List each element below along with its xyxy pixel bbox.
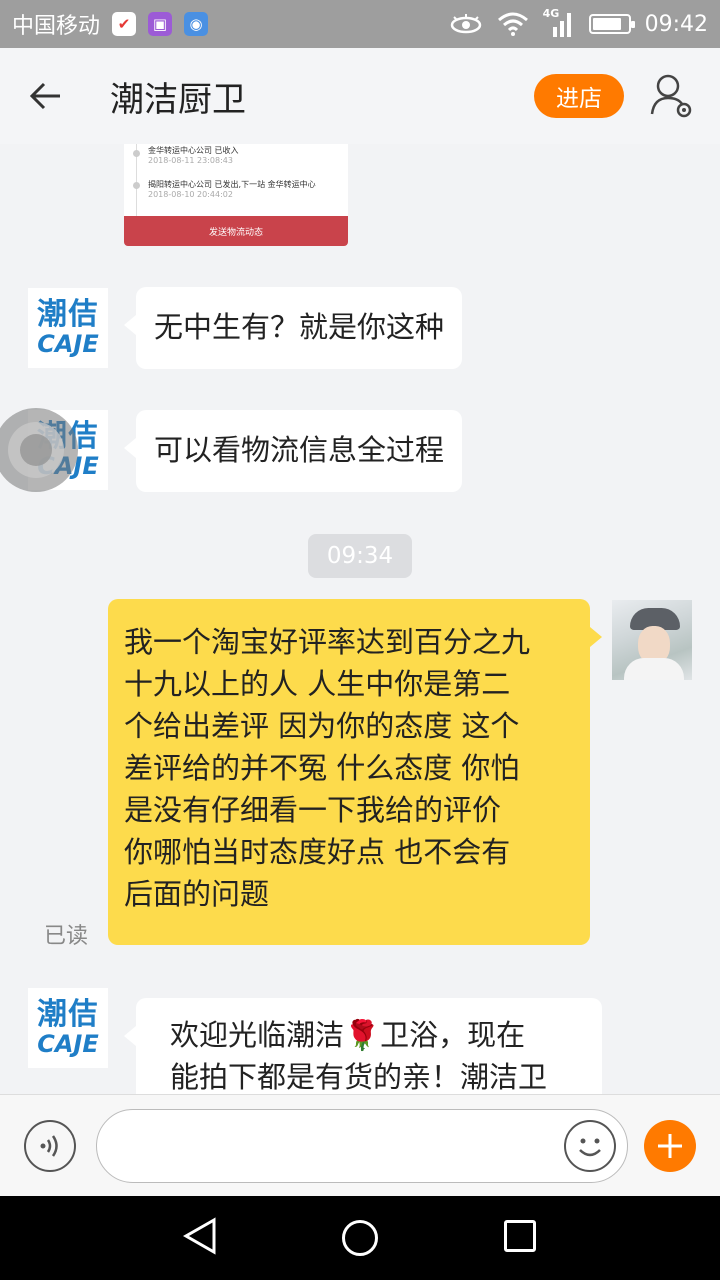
battery-icon — [588, 14, 635, 34]
timeline-dot — [133, 182, 140, 189]
message-bubble[interactable]: 无中生有？就是你这种 — [123, 287, 463, 369]
message-line: 我一个淘宝好评率达到百分之九 — [124, 625, 531, 659]
carrier-name: 中国移动 — [12, 14, 101, 39]
read-status: 已读 — [44, 924, 89, 949]
message-line: 差评给的并不冤 什么态度 你怕 — [124, 751, 520, 785]
message-text: 可以看物流信息全过程 — [154, 433, 445, 467]
battery-level — [592, 18, 622, 30]
logistics-entry: 金华转运中心公司 已收入 2018-08-11 23:08:43 — [148, 146, 239, 166]
system-nav-bar — [0, 1196, 720, 1280]
back-arrow-icon — [29, 82, 60, 110]
enter-store-button[interactable]: 进店 — [534, 74, 624, 118]
avatar-logo-cn: 潮佶 — [37, 997, 99, 1032]
nav-home-icon[interactable] — [342, 1220, 378, 1256]
voice-button[interactable] — [24, 1120, 76, 1172]
avatar-logo-en: CAJE — [37, 330, 99, 358]
chat-header: 潮洁厨卫 进店 — [0, 48, 720, 144]
logistics-entry-time: 2018-08-11 23:08:43 — [148, 156, 233, 165]
time-divider: 09:34 — [308, 534, 412, 578]
message-list[interactable]: 金华转运中心公司 已收入 2018-08-11 23:08:43 揭阳转运中心公… — [0, 144, 720, 1094]
message-line: 能拍下都是有货的亲！潮洁卫 — [170, 1060, 548, 1094]
shop-avatar[interactable]: 潮佶 CAJE — [28, 988, 108, 1068]
emoji-icon — [579, 1138, 601, 1157]
avatar-logo-en: CAJE — [37, 1030, 99, 1058]
logistics-entry: 揭阳转运中心公司 已发出,下一站 金华转运中心 2018-08-10 20:44… — [148, 180, 316, 200]
my-avatar[interactable] — [612, 600, 692, 680]
message-input[interactable] — [96, 1109, 628, 1183]
message-line: 个给出差评 因为你的态度 这个 — [124, 709, 520, 743]
nav-back-icon[interactable] — [182, 1216, 218, 1256]
gallery-notification-icon: ▣ — [148, 12, 173, 36]
logistics-entry-time: 2018-08-10 20:44:02 — [148, 190, 233, 199]
notification-app-icon: ✔ — [112, 12, 137, 36]
timeline-dot — [133, 150, 140, 157]
page-title: 潮洁厨卫 — [110, 79, 246, 120]
logistics-entry-text: 金华转运中心公司 已收入 — [148, 146, 239, 155]
emoji-button[interactable] — [564, 1120, 616, 1172]
logistics-entry-text: 揭阳转运中心公司 已发出,下一站 金华转运中心 — [148, 180, 316, 189]
wifi-icon — [497, 12, 528, 36]
message-line: 后面的问题 — [124, 877, 270, 911]
message-line: 是没有仔细看一下我给的评价 — [124, 793, 502, 827]
user-settings-icon — [650, 74, 692, 118]
logistics-card[interactable]: 金华转运中心公司 已收入 2018-08-11 23:08:43 揭阳转运中心公… — [124, 144, 348, 246]
plus-icon — [658, 1134, 682, 1158]
message-line: 欢迎光临潮洁🌹卫浴，现在 — [170, 1018, 526, 1052]
shop-avatar[interactable]: 潮佶 CAJE — [28, 288, 108, 368]
message-text: 无中生有？就是你这种 — [154, 310, 445, 344]
eye-comfort-icon — [450, 14, 481, 34]
clock: 09:42 — [644, 11, 708, 37]
voice-icon — [40, 1135, 58, 1157]
avatar-logo-cn: 潮佶 — [37, 297, 99, 332]
my-message-bubble[interactable]: 我一个淘宝好评率达到百分之九 十九以上的人 人生中你是第二 个给出差评 因为你的… — [108, 599, 602, 945]
back-button[interactable] — [0, 48, 90, 144]
status-bar: 中国移动 ✔ ▣ ◉ 4G 09:42 — [0, 0, 720, 48]
more-actions-button[interactable] — [644, 1120, 696, 1172]
avatar-body — [624, 658, 684, 680]
input-bar — [0, 1094, 720, 1196]
message-line: 你哪怕当时态度好点 也不会有 — [124, 835, 511, 869]
message-bubble[interactable]: 可以看物流信息全过程 — [123, 410, 463, 492]
send-logistics-button[interactable]: 发送物流动态 — [124, 216, 348, 246]
wifi-notification-icon: ◉ — [184, 12, 209, 36]
signal-icon: 4G — [543, 7, 575, 37]
user-settings-button[interactable] — [648, 70, 698, 122]
nav-recent-icon[interactable] — [504, 1220, 536, 1252]
message-line: 十九以上的人 人生中你是第二 — [124, 667, 511, 701]
message-bubble[interactable]: 欢迎光临潮洁🌹卫浴，现在 能拍下都是有货的亲！潮洁卫 — [124, 998, 602, 1094]
